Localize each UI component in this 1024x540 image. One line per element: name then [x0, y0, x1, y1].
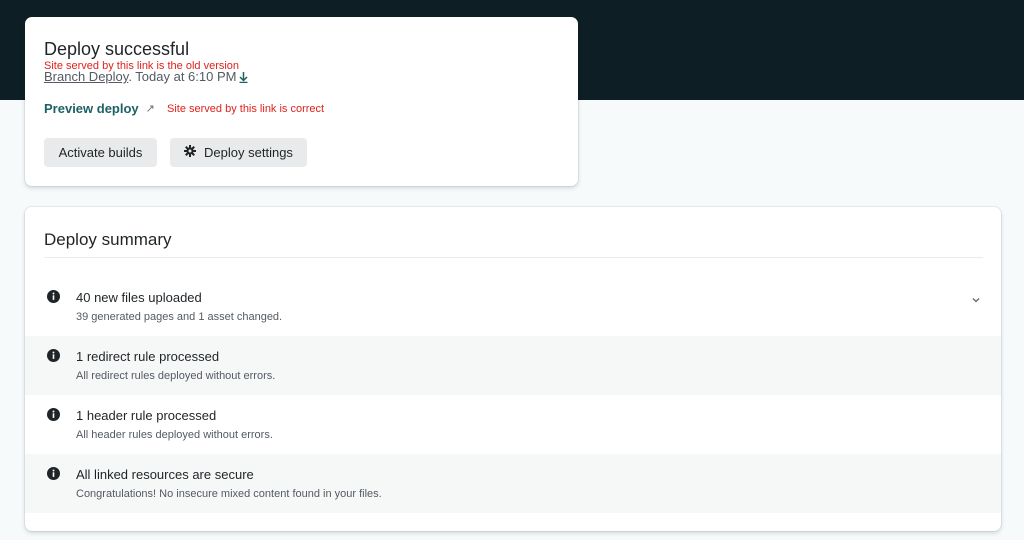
- deploy-meta: Branch Deploy. Today at 6:10 PM: [44, 69, 249, 86]
- deploy-time: . Today at 6:10 PM: [128, 69, 237, 84]
- summary-item-redirects: 1 redirect rule processed All redirect r…: [25, 336, 1001, 395]
- info-icon: [47, 408, 60, 421]
- preview-deploy-label: Preview deploy: [44, 101, 139, 116]
- info-icon: [47, 290, 60, 303]
- summary-item-title: 1 header rule processed: [76, 408, 217, 423]
- deploy-summary-card: Deploy summary 40 new files uploaded 39 …: [25, 207, 1001, 531]
- branch-deploy-link[interactable]: Branch Deploy: [44, 69, 128, 84]
- preview-deploy-link[interactable]: Preview deploy ↗: [44, 101, 155, 116]
- summary-item-description: Congratulations! No insecure mixed conte…: [76, 488, 382, 500]
- summary-item-description: All header rules deployed without errors…: [76, 429, 273, 441]
- summary-item-description: All redirect rules deployed without erro…: [76, 370, 276, 382]
- gear-icon: [184, 145, 197, 160]
- deploy-settings-button[interactable]: Deploy settings: [170, 138, 307, 167]
- correct-link-annotation: Site served by this link is correct: [167, 103, 325, 115]
- summary-item-description: 39 generated pages and 1 asset changed.: [76, 311, 283, 323]
- summary-title: Deploy summary: [44, 230, 172, 249]
- activate-builds-button[interactable]: Activate builds: [44, 138, 157, 167]
- deploy-status-card: Deploy successful Site served by this li…: [25, 17, 578, 186]
- activate-builds-label: Activate builds: [58, 145, 143, 160]
- info-icon: [47, 349, 60, 362]
- download-icon[interactable]: [239, 71, 249, 86]
- chevron-down-icon[interactable]: [971, 292, 981, 303]
- deploy-settings-label: Deploy settings: [204, 145, 293, 160]
- summary-item-headers: 1 header rule processed All header rules…: [25, 395, 1001, 454]
- summary-item-secure: All linked resources are secure Congratu…: [25, 454, 1001, 513]
- summary-item-files[interactable]: 40 new files uploaded 39 generated pages…: [25, 277, 1001, 336]
- summary-item-title: 40 new files uploaded: [76, 290, 202, 305]
- summary-item-title: All linked resources are secure: [76, 467, 254, 482]
- deploy-title: Deploy successful: [44, 39, 190, 59]
- summary-item-title: 1 redirect rule processed: [76, 349, 220, 364]
- summary-list: 40 new files uploaded 39 generated pages…: [25, 277, 1001, 513]
- info-icon: [47, 467, 60, 480]
- external-link-icon: ↗: [145, 103, 155, 115]
- summary-divider: [44, 257, 983, 258]
